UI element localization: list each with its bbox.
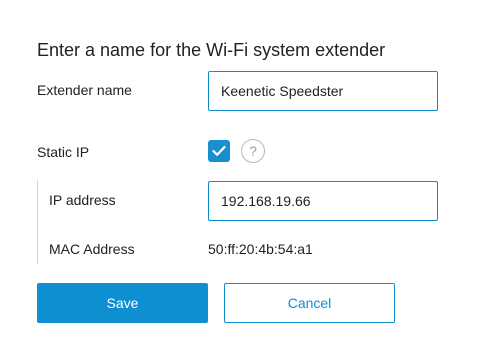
help-icon[interactable]: ? [241,139,265,163]
static-ip-label: Static IP [37,144,90,160]
checkmark-icon [212,145,226,156]
dialog-title: Enter a name for the Wi-Fi system extend… [37,40,386,60]
static-ip-checkbox[interactable] [208,140,230,162]
mac-address-label: MAC Address [49,241,135,257]
save-button[interactable]: Save [37,283,208,323]
static-ip-subsection-divider [37,180,38,264]
ip-address-input[interactable] [208,181,438,221]
mac-address-value: 50:ff:20:4b:54:a1 [208,241,313,257]
extender-dialog: Enter a name for the Wi-Fi system extend… [0,0,480,349]
cancel-button[interactable]: Cancel [224,283,395,323]
extender-name-input[interactable] [208,71,438,111]
extender-name-label: Extender name [37,82,132,98]
ip-address-label: IP address [49,192,116,208]
help-glyph: ? [249,143,257,159]
